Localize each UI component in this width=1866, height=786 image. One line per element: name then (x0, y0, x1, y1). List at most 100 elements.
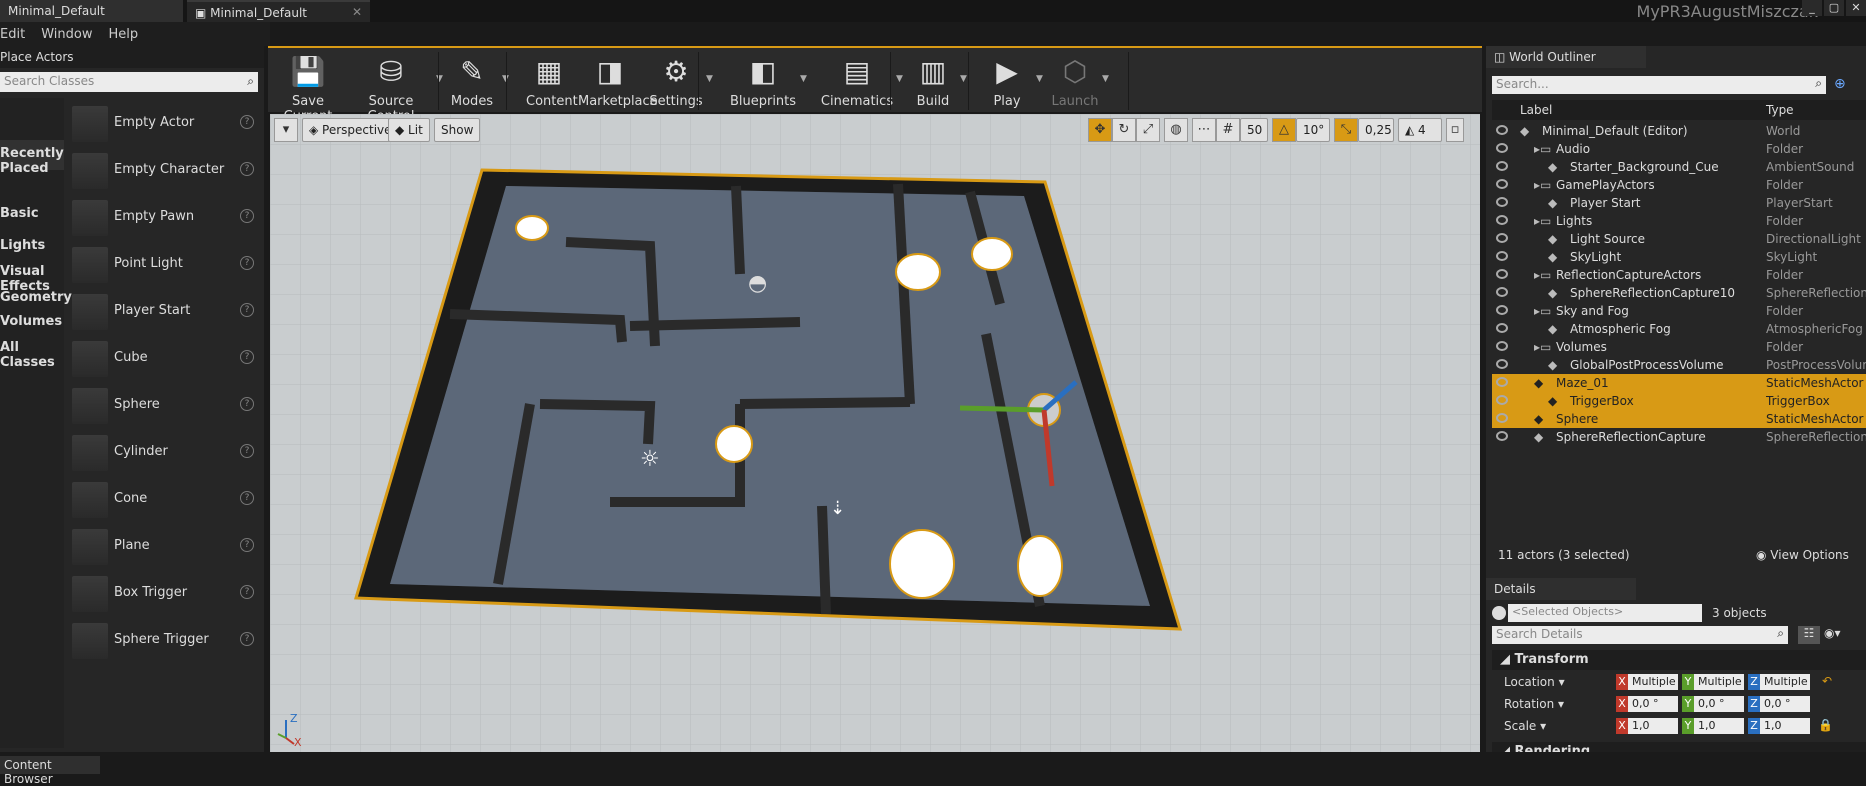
location-label[interactable]: Location ▾ (1504, 675, 1565, 689)
visibility-eye-icon[interactable] (1496, 287, 1508, 297)
outliner-row[interactable]: ◆ Starter_Background_Cue AmbientSound (1492, 158, 1866, 176)
scale-snap-icon[interactable]: ⤡ (1334, 118, 1358, 142)
location-z-field[interactable]: Multiple (1760, 674, 1810, 690)
actor-item[interactable]: Empty Actor? (66, 102, 262, 146)
launch-button[interactable]: ⬡ Launch (1050, 52, 1100, 112)
category-lights[interactable]: Lights (0, 238, 64, 253)
help-icon[interactable]: ? (240, 162, 254, 176)
outliner-row[interactable]: ◆ SphereReflectionCapture SphereReflection… (1492, 428, 1866, 446)
close-icon[interactable]: ✕ (352, 5, 362, 19)
help-icon[interactable]: ? (240, 491, 254, 505)
details-tab[interactable]: Details (1486, 578, 1636, 600)
rotation-snap-icon[interactable]: △ (1272, 118, 1296, 142)
outliner-row[interactable]: ▸▭ Audio Folder (1492, 140, 1866, 158)
visibility-eye-icon[interactable] (1496, 395, 1508, 405)
level-tab-2[interactable]: ▣ Minimal_Default ✕ (187, 0, 370, 22)
help-icon[interactable]: ? (240, 256, 254, 270)
view-options-button[interactable]: ◉ View Options (1756, 548, 1849, 562)
rotate-icon[interactable]: ↻ (1112, 118, 1136, 142)
cinematics-button[interactable]: ▤ Cinematics (820, 52, 894, 112)
visibility-eye-icon[interactable] (1496, 359, 1508, 369)
outliner-row[interactable]: ▸▭ Volumes Folder (1492, 338, 1866, 356)
rotation-snap-value[interactable]: 10° (1296, 118, 1330, 142)
outliner-row[interactable]: ◆ GlobalPostProcessVolume PostProcessVolum (1492, 356, 1866, 374)
actor-item[interactable]: Empty Character? (66, 149, 262, 193)
lock-icon[interactable]: 🔒 (1818, 718, 1833, 732)
camera-speed-button[interactable]: ◭ 4 (1398, 118, 1442, 142)
visibility-eye-icon[interactable] (1496, 323, 1508, 333)
scale-z-field[interactable]: 1,0 (1760, 718, 1810, 734)
outliner-row[interactable]: ◆ Sphere StaticMeshActor (1492, 410, 1866, 428)
menu-edit[interactable]: Edit (0, 27, 25, 46)
scale-label[interactable]: Scale ▾ (1504, 719, 1546, 733)
visibility-eye-icon[interactable] (1496, 161, 1508, 171)
build-button[interactable]: ▥ Build (908, 52, 958, 112)
help-icon[interactable]: ? (240, 115, 254, 129)
lit-button[interactable]: ◆ Lit (388, 118, 430, 142)
chevron-down-icon[interactable]: ▼ (706, 74, 713, 84)
minimize-button[interactable]: _ (1802, 0, 1822, 16)
outliner-row[interactable]: ◆ Light Source DirectionalLight (1492, 230, 1866, 248)
visibility-eye-icon[interactable] (1496, 233, 1508, 243)
menu-help[interactable]: Help (108, 27, 138, 46)
outliner-row[interactable]: ◆ Maze_01 StaticMeshActor (1492, 374, 1866, 392)
outliner-row[interactable]: ◆ SkyLight SkyLight (1492, 248, 1866, 266)
rotation-y-field[interactable]: 0,0 ° (1694, 696, 1744, 712)
transform-section[interactable]: ◢ Transform (1492, 650, 1866, 670)
actor-item[interactable]: Box Trigger? (66, 572, 262, 616)
scale-y-field[interactable]: 1,0 (1694, 718, 1744, 734)
help-icon[interactable]: ? (240, 350, 254, 364)
content-button[interactable]: ▦ Content (526, 52, 578, 112)
chevron-down-icon[interactable]: ▼ (1036, 74, 1043, 84)
location-x-field[interactable]: Multiple (1628, 674, 1678, 690)
visibility-eye-icon[interactable] (1496, 377, 1508, 387)
scale-snap-value[interactable]: 0,25 (1358, 118, 1394, 142)
visibility-eye-icon[interactable] (1496, 251, 1508, 261)
add-actor-icon[interactable]: ⊕ (1834, 76, 1852, 94)
chevron-down-icon[interactable]: ▼ (800, 74, 807, 84)
rotation-z-field[interactable]: 0,0 ° (1760, 696, 1810, 712)
rotation-label[interactable]: Rotation ▾ (1504, 697, 1564, 711)
actor-item[interactable]: Plane? (66, 525, 262, 569)
grid-snap-icon[interactable]: # (1216, 118, 1240, 142)
outliner-row[interactable]: ▸▭ GamePlayActors Folder (1492, 176, 1866, 194)
source-control-button[interactable]: ⛁Source Control (348, 52, 434, 124)
help-icon[interactable]: ? (240, 303, 254, 317)
visibility-eye-icon[interactable] (1496, 179, 1508, 189)
visibility-filter-icon[interactable]: ◉▾ (1824, 626, 1854, 644)
visibility-eye-icon[interactable] (1496, 143, 1508, 153)
modes-button[interactable]: ✎ Modes (444, 52, 500, 112)
visibility-eye-icon[interactable] (1496, 431, 1508, 441)
actor-item[interactable]: Cube? (66, 337, 262, 381)
level-viewport[interactable]: ◓ ☼ ⇣ ▾ ◈ Perspective ◆ Lit Show ✥ ↻ ⤢ ◍… (270, 114, 1480, 752)
category-basic[interactable]: Basic (0, 206, 64, 221)
menu-window[interactable]: Window (41, 27, 92, 46)
visibility-eye-icon[interactable] (1496, 215, 1508, 225)
perspective-button[interactable]: ◈ Perspective (302, 118, 399, 142)
show-button[interactable]: Show (434, 118, 481, 142)
outliner-row[interactable]: ◆ TriggerBox TriggerBox (1492, 392, 1866, 410)
search-classes-input[interactable]: Search Classes ⌕ (0, 72, 258, 92)
scale-x-field[interactable]: 1,0 (1628, 718, 1678, 734)
visibility-eye-icon[interactable] (1496, 305, 1508, 315)
chevron-down-icon[interactable]: ▼ (960, 74, 967, 84)
help-icon[interactable]: ? (240, 632, 254, 646)
outliner-row[interactable]: ▸▭ Lights Folder (1492, 212, 1866, 230)
actor-item[interactable]: Cone? (66, 478, 262, 522)
category-recently-placed[interactable]: Recently Placed (0, 140, 64, 176)
visibility-eye-icon[interactable] (1496, 413, 1508, 423)
reset-icon[interactable]: ↶ (1822, 674, 1832, 688)
content-browser-tab[interactable]: Content Browser (0, 756, 100, 786)
help-icon[interactable]: ? (240, 444, 254, 458)
category-volumes[interactable]: Volumes (0, 314, 64, 329)
outliner-row[interactable]: ◆ Player Start PlayerStart (1492, 194, 1866, 212)
maximize-viewport-icon[interactable]: ▫ (1446, 118, 1464, 142)
outliner-search-input[interactable]: Search... ⌕ (1492, 76, 1826, 94)
help-icon[interactable]: ? (240, 538, 254, 552)
play-button[interactable]: ▶ Play (980, 52, 1034, 112)
blueprints-button[interactable]: ◧ Blueprints (728, 52, 798, 112)
column-label[interactable]: Label (1520, 103, 1552, 117)
property-matrix-icon[interactable]: ☷ (1798, 626, 1820, 644)
maximize-button[interactable]: ▢ (1824, 0, 1844, 16)
help-icon[interactable]: ? (240, 397, 254, 411)
